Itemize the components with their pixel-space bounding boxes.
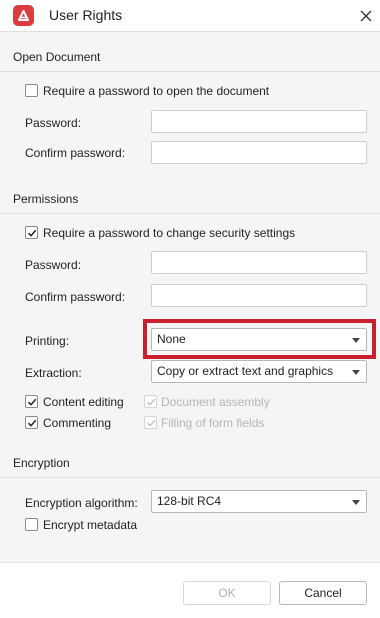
checkmark-icon bbox=[27, 419, 37, 427]
checkmark-icon bbox=[27, 398, 37, 406]
extraction-selected-value: Copy or extract text and graphics bbox=[157, 364, 334, 378]
encryption-algorithm-dropdown[interactable]: 128-bit RC4 bbox=[151, 490, 367, 513]
require-open-password-label: Require a password to open the document bbox=[43, 84, 270, 98]
permissions-password-field[interactable] bbox=[151, 251, 367, 274]
require-permissions-password-checkbox[interactable] bbox=[25, 226, 38, 239]
checkmark-icon bbox=[146, 419, 156, 427]
printing-label: Printing: bbox=[25, 334, 70, 348]
extraction-label: Extraction: bbox=[25, 366, 82, 380]
content-editing-label: Content editing bbox=[43, 395, 124, 409]
extraction-dropdown[interactable]: Copy or extract text and graphics bbox=[151, 360, 367, 383]
encryption-section-title: Encryption bbox=[13, 456, 70, 470]
open-password-label: Password: bbox=[25, 116, 82, 130]
cancel-button[interactable]: Cancel bbox=[279, 581, 367, 605]
encryption-algorithm-label: Encryption algorithm: bbox=[25, 496, 138, 510]
document-assembly-label: Document assembly bbox=[161, 395, 270, 409]
permissions-section-title: Permissions bbox=[13, 192, 79, 206]
open-document-section-title: Open Document bbox=[13, 50, 101, 64]
section-divider bbox=[0, 213, 380, 214]
section-divider bbox=[0, 71, 380, 72]
encryption-algorithm-selected-value: 128-bit RC4 bbox=[157, 494, 222, 508]
checkmark-icon bbox=[27, 229, 37, 237]
permissions-confirm-password-label: Confirm password: bbox=[25, 290, 126, 304]
encrypt-metadata-checkbox[interactable] bbox=[25, 518, 38, 531]
chevron-down-icon bbox=[352, 370, 360, 375]
title-bar: User Rights bbox=[0, 0, 380, 31]
filling-forms-checkbox bbox=[144, 416, 157, 429]
printing-highlight-box bbox=[143, 319, 376, 359]
window-title: User Rights bbox=[49, 7, 123, 23]
close-button[interactable] bbox=[352, 2, 380, 30]
document-assembly-checkbox bbox=[144, 395, 157, 408]
encrypt-metadata-label: Encrypt metadata bbox=[43, 518, 138, 532]
open-confirm-password-label: Confirm password: bbox=[25, 146, 126, 160]
section-divider bbox=[0, 477, 380, 478]
open-password-field[interactable] bbox=[151, 110, 367, 133]
open-confirm-password-field[interactable] bbox=[151, 141, 367, 164]
content-editing-checkbox[interactable] bbox=[25, 395, 38, 408]
commenting-checkbox[interactable] bbox=[25, 416, 38, 429]
permissions-confirm-password-field[interactable] bbox=[151, 284, 367, 307]
permissions-password-label: Password: bbox=[25, 258, 82, 272]
chevron-down-icon bbox=[352, 500, 360, 505]
require-open-password-checkbox[interactable] bbox=[25, 84, 38, 97]
pdf-app-icon bbox=[13, 5, 34, 26]
ok-button[interactable]: OK bbox=[183, 581, 271, 605]
dialog-footer: OK Cancel bbox=[0, 562, 380, 618]
checkmark-icon bbox=[146, 398, 156, 406]
commenting-label: Commenting bbox=[43, 416, 112, 430]
close-icon bbox=[360, 10, 372, 22]
require-permissions-password-label: Require a password to change security se… bbox=[43, 226, 296, 240]
filling-forms-label: Filling of form fields bbox=[161, 416, 265, 430]
